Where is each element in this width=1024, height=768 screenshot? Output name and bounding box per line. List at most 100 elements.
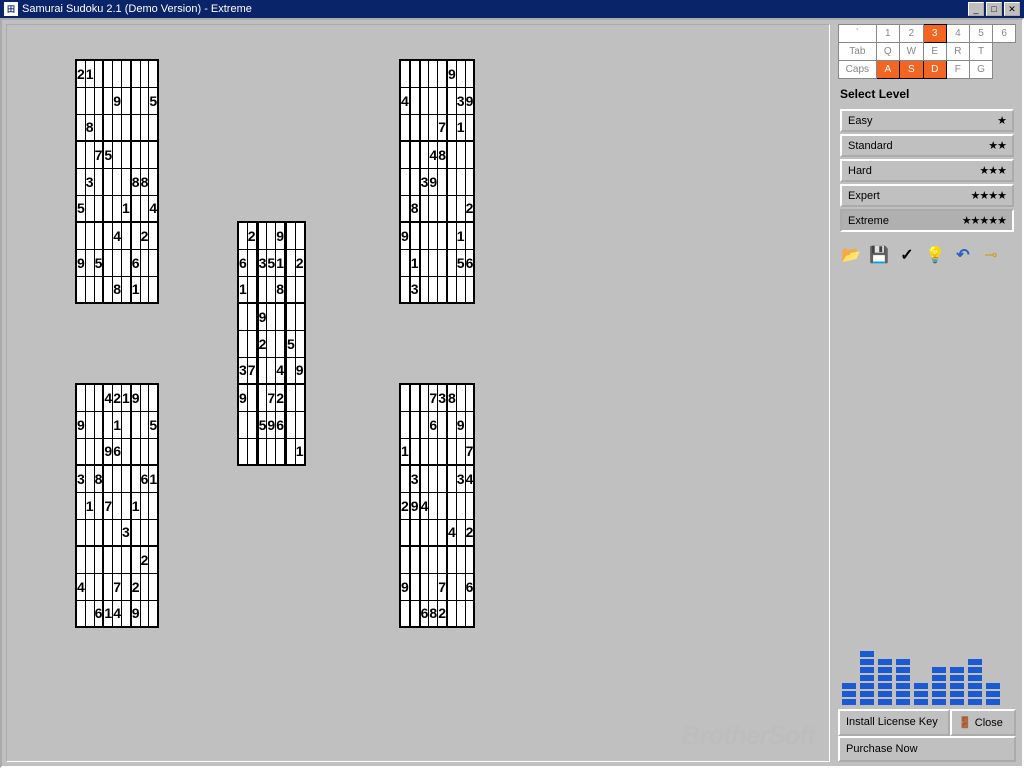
cell[interactable]: 2 [76,60,85,87]
cell[interactable] [113,519,122,546]
cell[interactable] [465,546,474,573]
cell[interactable] [438,438,447,465]
cell[interactable]: 2 [438,600,447,627]
cell[interactable] [410,60,419,87]
cell[interactable] [140,492,149,519]
cell[interactable] [420,465,429,492]
cell[interactable] [400,465,409,492]
cell[interactable] [103,249,112,276]
cell[interactable] [410,114,419,141]
cell[interactable] [286,303,295,330]
cell[interactable] [456,60,465,87]
cell[interactable]: 8 [429,600,438,627]
cell[interactable] [121,276,130,303]
cell[interactable] [140,87,149,114]
cell[interactable] [149,546,158,573]
cell[interactable] [149,114,158,141]
cell[interactable] [113,195,122,222]
cell[interactable] [456,600,465,627]
cell[interactable]: 3 [85,168,94,195]
cell[interactable] [94,492,103,519]
cell[interactable] [420,195,429,222]
cell[interactable]: 4 [113,600,122,627]
cell[interactable] [258,222,267,249]
cell[interactable] [456,492,465,519]
cell[interactable]: 3 [410,276,419,303]
cell[interactable] [456,168,465,195]
cell[interactable] [465,384,474,411]
cell[interactable] [447,465,456,492]
cell[interactable] [429,438,438,465]
cell[interactable]: 9 [410,492,419,519]
cell[interactable]: 3 [420,168,429,195]
cell[interactable] [438,249,447,276]
cell[interactable] [140,600,149,627]
cell[interactable] [149,384,158,411]
level-easy[interactable]: Easy★ [840,109,1014,132]
cell[interactable] [238,330,247,357]
cell[interactable] [121,114,130,141]
cell[interactable]: 9 [465,87,474,114]
cell[interactable] [76,384,85,411]
cell[interactable] [113,465,122,492]
cell[interactable] [400,141,409,168]
cell[interactable] [258,357,267,384]
cell[interactable] [295,411,304,438]
cell[interactable] [400,600,409,627]
level-hard[interactable]: Hard★★★ [840,159,1014,182]
cell[interactable]: 6 [465,573,474,600]
cell[interactable] [238,222,247,249]
cell[interactable] [85,87,94,114]
cell[interactable]: 5 [258,411,267,438]
cell[interactable]: 9 [267,411,276,438]
cell[interactable] [465,60,474,87]
cell[interactable]: 8 [131,168,140,195]
cell[interactable] [429,573,438,600]
cell[interactable] [429,276,438,303]
cell[interactable]: 1 [85,492,94,519]
cell[interactable] [149,492,158,519]
cell[interactable] [410,600,419,627]
cell[interactable] [438,60,447,87]
cell[interactable] [447,600,456,627]
cell[interactable] [429,249,438,276]
cell[interactable] [103,168,112,195]
cell[interactable]: 4 [400,87,409,114]
cell[interactable] [420,546,429,573]
cell[interactable]: 4 [149,195,158,222]
cell[interactable] [121,411,130,438]
cell[interactable]: 7 [465,438,474,465]
cell[interactable] [121,222,130,249]
cell[interactable]: 9 [447,60,456,87]
cell[interactable] [131,222,140,249]
cell[interactable]: 8 [140,168,149,195]
cell[interactable] [85,276,94,303]
cell[interactable] [465,276,474,303]
cell[interactable]: 1 [131,492,140,519]
cell[interactable] [447,195,456,222]
cell[interactable]: 2 [465,519,474,546]
cell[interactable] [113,141,122,168]
cell[interactable] [94,384,103,411]
cell[interactable] [76,222,85,249]
cell[interactable] [149,60,158,87]
cell[interactable] [465,411,474,438]
cell[interactable] [429,492,438,519]
cell[interactable] [103,60,112,87]
cell[interactable] [420,276,429,303]
cell[interactable] [420,60,429,87]
cell[interactable]: 2 [465,195,474,222]
cell[interactable] [400,249,409,276]
cell[interactable] [286,411,295,438]
cell[interactable]: 4 [76,573,85,600]
cell[interactable] [85,573,94,600]
cell[interactable] [456,195,465,222]
cell[interactable] [140,438,149,465]
install-license-button[interactable]: Install License Key [838,709,950,736]
cell[interactable] [420,141,429,168]
cell[interactable]: 2 [131,573,140,600]
cell[interactable] [438,168,447,195]
cell[interactable] [121,168,130,195]
cell[interactable] [113,60,122,87]
cell[interactable] [85,195,94,222]
